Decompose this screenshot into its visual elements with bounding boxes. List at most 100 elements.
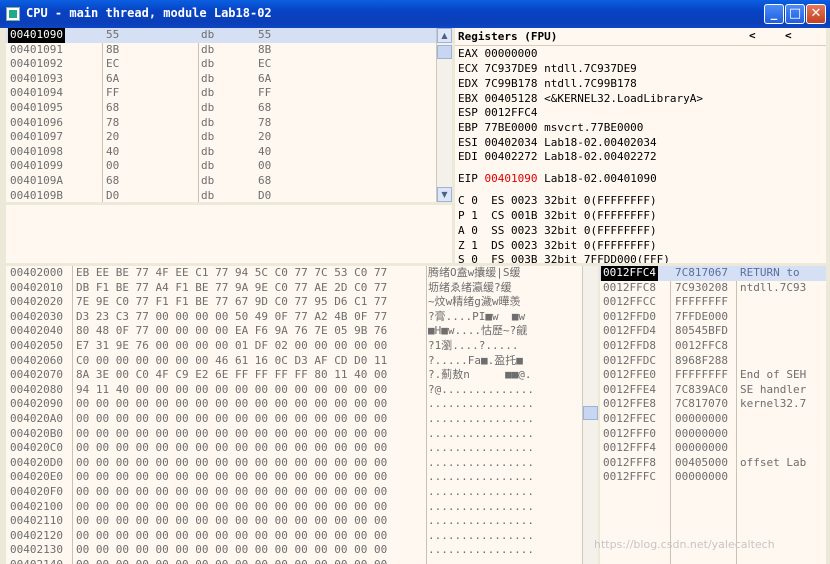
dump-row[interactable]: 004020A0 00 00 00 00 00 00 00 00 00 00 00… [6, 412, 598, 427]
register-ebp[interactable]: EBP 77BE0000 msvcrt.77BE0000 [458, 121, 643, 136]
disasm-row[interactable]: 00401097 20 db 20 [6, 130, 452, 145]
scroll-thumb[interactable] [583, 406, 598, 420]
chevron-left-icon[interactable]: < [749, 29, 756, 44]
scroll-thumb[interactable] [437, 45, 452, 59]
stack-row[interactable]: 0012FFEC 00000000 [600, 412, 826, 427]
dump-row[interactable]: 004020D0 00 00 00 00 00 00 00 00 00 00 00… [6, 456, 598, 471]
dump-address: 00402100 [10, 499, 63, 513]
dump-row[interactable]: 00402110 00 00 00 00 00 00 00 00 00 00 00… [6, 514, 598, 529]
dump-scrollbar[interactable] [582, 266, 598, 564]
dump-hex: 00 00 00 00 00 00 00 00 00 00 00 00 00 0… [76, 543, 388, 557]
dump-ascii: 坜绪ゑ绪瀛缓?缓 [428, 280, 512, 294]
stack-row[interactable]: 0012FFFC 00000000 [600, 470, 826, 485]
dump-hex: EB EE BE 77 4F EE C1 77 94 5C C0 77 7C 5… [76, 266, 388, 279]
stack-value: 00405000 [675, 455, 728, 469]
register-eip[interactable]: EIP 00401090 Lab18-02.00401090 [458, 172, 657, 187]
stack-address: 0012FFF0 [603, 426, 656, 440]
stack-comment: kernel32.7 [740, 397, 807, 411]
minimize-icon: _ [770, 6, 778, 21]
dump-row[interactable]: 00402130 00 00 00 00 00 00 00 00 00 00 00… [6, 543, 598, 558]
stack-row[interactable]: 0012FFF0 00000000 [600, 427, 826, 442]
stack-row[interactable]: 0012FFE8 7C817070 kernel32.7 [600, 397, 826, 412]
dump-row[interactable]: 00402070 8A 3E 00 C0 4F C9 E2 6E FF FF FF… [6, 368, 598, 383]
disasm-operand: 00 [258, 159, 272, 173]
minimize-button[interactable]: _ [764, 4, 784, 24]
flag-row[interactable]: S 0 FS 003B 32bit 7FFDD000(FFF) [458, 253, 670, 263]
flag-row[interactable]: Z 1 DS 0023 32bit 0(FFFFFFFF) [458, 239, 657, 254]
disasm-scrollbar[interactable]: ▲ ▼ [436, 28, 452, 202]
eip-description: Lab18-02.00401090 [537, 172, 657, 185]
scroll-down-icon[interactable]: ▼ [437, 187, 452, 202]
disasm-row[interactable]: 00401091 8B db 8B [6, 43, 452, 58]
dump-row[interactable]: 004020C0 00 00 00 00 00 00 00 00 00 00 00… [6, 441, 598, 456]
dump-row[interactable]: 00402000 EB EE BE 77 4F EE C1 77 94 5C C0… [6, 266, 598, 281]
register-edx[interactable]: EDX 7C99B178 ntdll.7C99B178 [458, 77, 637, 92]
cpu-window: CPU - main thread, module Lab18-02 _ □ ✕… [0, 0, 830, 564]
dump-hex: 8A 3E 00 C0 4F C9 E2 6E FF FF FF FF 80 1… [76, 368, 388, 382]
stack-row[interactable]: 0012FFF4 00000000 [600, 441, 826, 456]
dump-row[interactable]: 00402140 00 00 00 00 00 00 00 00 00 00 00… [6, 558, 598, 564]
flag-row[interactable]: A 0 SS 0023 32bit 0(FFFFFFFF) [458, 224, 657, 239]
disasm-row[interactable]: 00401090 55 db 55 [6, 28, 452, 43]
disasm-row[interactable]: 00401096 78 db 78 [6, 116, 452, 131]
stack-comment: End of SEH [740, 368, 807, 382]
scroll-up-icon[interactable]: ▲ [437, 28, 452, 43]
registers-header[interactable]: Registers (FPU) < < [455, 28, 826, 46]
stack-row[interactable]: 0012FFCC FFFFFFFF [600, 295, 826, 310]
dump-ascii: ................ [428, 426, 534, 440]
register-esp[interactable]: ESP 0012FFC4 [458, 106, 537, 121]
dump-address: 004020B0 [10, 426, 63, 440]
disasm-row[interactable]: 00401092 EC db EC [6, 57, 452, 72]
dump-row[interactable]: 004020F0 00 00 00 00 00 00 00 00 00 00 00… [6, 485, 598, 500]
disasm-row[interactable]: 00401094 FF db FF [6, 86, 452, 101]
disasm-operand: 55 [258, 28, 272, 41]
register-edi[interactable]: EDI 00402272 Lab18-02.00402272 [458, 150, 657, 165]
stack-comment: offset Lab [740, 455, 807, 469]
register-ecx[interactable]: ECX 7C937DE9 ntdll.7C937DE9 [458, 62, 637, 77]
title-bar[interactable]: CPU - main thread, module Lab18-02 _ □ ✕ [0, 0, 830, 28]
stack-row[interactable]: 0012FFC8 7C930208 ntdll.7C93 [600, 281, 826, 296]
disasm-row[interactable]: 0040109A 68 db 68 [6, 174, 452, 189]
disasm-row[interactable]: 00401098 40 db 40 [6, 145, 452, 160]
dump-row[interactable]: 00402030 D3 23 C3 77 00 00 00 00 50 49 0F… [6, 310, 598, 325]
stack-address: 0012FFC8 [603, 280, 656, 294]
dump-row[interactable]: 00402010 DB F1 BE 77 A4 F1 BE 77 9A 9E C0… [6, 281, 598, 296]
dump-row[interactable]: 00402120 00 00 00 00 00 00 00 00 00 00 00… [6, 529, 598, 544]
chevron-left-icon[interactable]: < [785, 29, 792, 44]
stack-row[interactable]: 0012FFD0 7FFDE000 [600, 310, 826, 325]
flag-row[interactable]: P 1 CS 001B 32bit 0(FFFFFFFF) [458, 209, 657, 224]
dump-hex: 94 11 40 00 00 00 00 00 00 00 00 00 00 0… [76, 382, 388, 396]
dump-row[interactable]: 00402100 00 00 00 00 00 00 00 00 00 00 00… [6, 500, 598, 515]
stack-row[interactable]: 0012FFE0 FFFFFFFF End of SEH [600, 368, 826, 383]
disasm-row[interactable]: 0040109B D0 db D0 [6, 189, 452, 202]
flag-row[interactable]: C 0 ES 0023 32bit 0(FFFFFFFF) [458, 194, 657, 209]
dump-row[interactable]: 004020E0 00 00 00 00 00 00 00 00 00 00 00… [6, 470, 598, 485]
dump-row[interactable]: 00402040 80 48 0F 77 00 00 00 00 EA F6 9A… [6, 324, 598, 339]
disasm-row[interactable]: 00401093 6A db 6A [6, 72, 452, 87]
stack-row[interactable]: 0012FFD4 80545BFD [600, 324, 826, 339]
memory-dump-pane[interactable]: 00402000 EB EE BE 77 4F EE C1 77 94 5C C0… [6, 266, 598, 564]
register-esi[interactable]: ESI 00402034 Lab18-02.00402034 [458, 136, 657, 151]
dump-row[interactable]: 00402080 94 11 40 00 00 00 00 00 00 00 00… [6, 383, 598, 398]
stack-value: 0012FFC8 [675, 338, 728, 352]
dump-address: 00402020 [10, 295, 63, 309]
stack-row[interactable]: 0012FFD8 0012FFC8 [600, 339, 826, 354]
register-ebx[interactable]: EBX 00405128 <&KERNEL32.LoadLibraryA> [458, 92, 703, 107]
register-eax[interactable]: EAX 00000000 [458, 47, 537, 62]
stack-pane[interactable]: 0012FFC4 7C817067 RETURN to 0012FFC8 7C93020… [600, 266, 826, 564]
dump-row[interactable]: 004020B0 00 00 00 00 00 00 00 00 00 00 00… [6, 427, 598, 442]
stack-row[interactable]: 0012FFF8 00405000 offset Lab [600, 456, 826, 471]
stack-row[interactable]: 0012FFDC 8968F288 [600, 354, 826, 369]
disassembly-pane[interactable]: 00401090 55 db 55 00401091 8B db 8B 00401092 EC db… [6, 28, 452, 202]
close-button[interactable]: ✕ [806, 4, 826, 24]
dump-row[interactable]: 00402050 E7 31 9E 76 00 00 00 00 01 DF 02… [6, 339, 598, 354]
stack-row[interactable]: 0012FFE4 7C839AC0 SE handler [600, 383, 826, 398]
registers-pane[interactable]: Registers (FPU) < < EAX 00000000 ECX 7C9… [455, 28, 826, 263]
dump-row[interactable]: 00402090 00 00 00 00 00 00 00 00 00 00 00… [6, 397, 598, 412]
stack-row[interactable]: 0012FFC4 7C817067 RETURN to [600, 266, 826, 281]
disasm-row[interactable]: 00401095 68 db 68 [6, 101, 452, 116]
dump-row[interactable]: 00402020 7E 9E C0 77 F1 F1 BE 77 67 9D C0… [6, 295, 598, 310]
maximize-button[interactable]: □ [785, 4, 805, 24]
dump-row[interactable]: 00402060 C0 00 00 00 00 00 00 46 61 16 0C… [6, 354, 598, 369]
disasm-row[interactable]: 00401099 00 db 00 [6, 159, 452, 174]
